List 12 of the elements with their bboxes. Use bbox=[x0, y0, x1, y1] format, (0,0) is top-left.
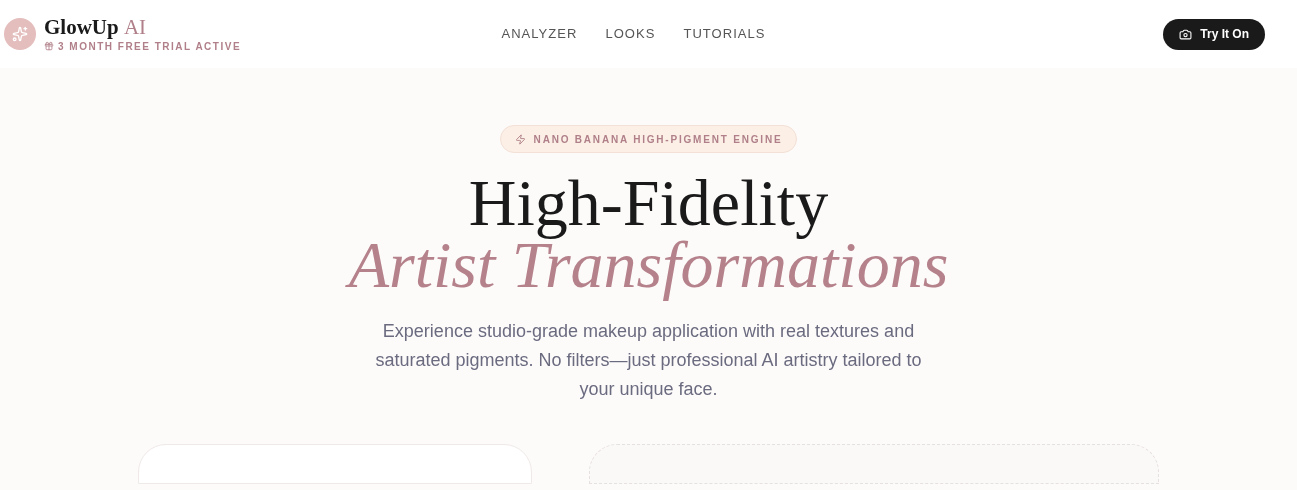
sparkle-logo-icon bbox=[4, 18, 36, 50]
camera-icon bbox=[1179, 27, 1193, 41]
nav-link[interactable]: LOOKS bbox=[605, 24, 656, 44]
gift-icon bbox=[44, 41, 54, 51]
trial-status: 3 MONTH FREE TRIAL ACTIVE bbox=[58, 39, 242, 54]
bolt-icon bbox=[514, 133, 526, 145]
nav-link[interactable]: ANALYZER bbox=[501, 24, 578, 44]
brand-name: GlowUp AI bbox=[44, 14, 148, 39]
nav-link[interactable]: TUTORIALS bbox=[683, 24, 766, 44]
try-it-on-button[interactable]: Try It On bbox=[1163, 18, 1265, 50]
hero-description: Experience studio-grade makeup application with real textures and saturated pigments. No filters—just professional AI artistry tailored to your unique face. bbox=[374, 320, 923, 401]
badge-text: NANO BANANA HIGH-PIGMENT ENGINE bbox=[533, 132, 783, 147]
